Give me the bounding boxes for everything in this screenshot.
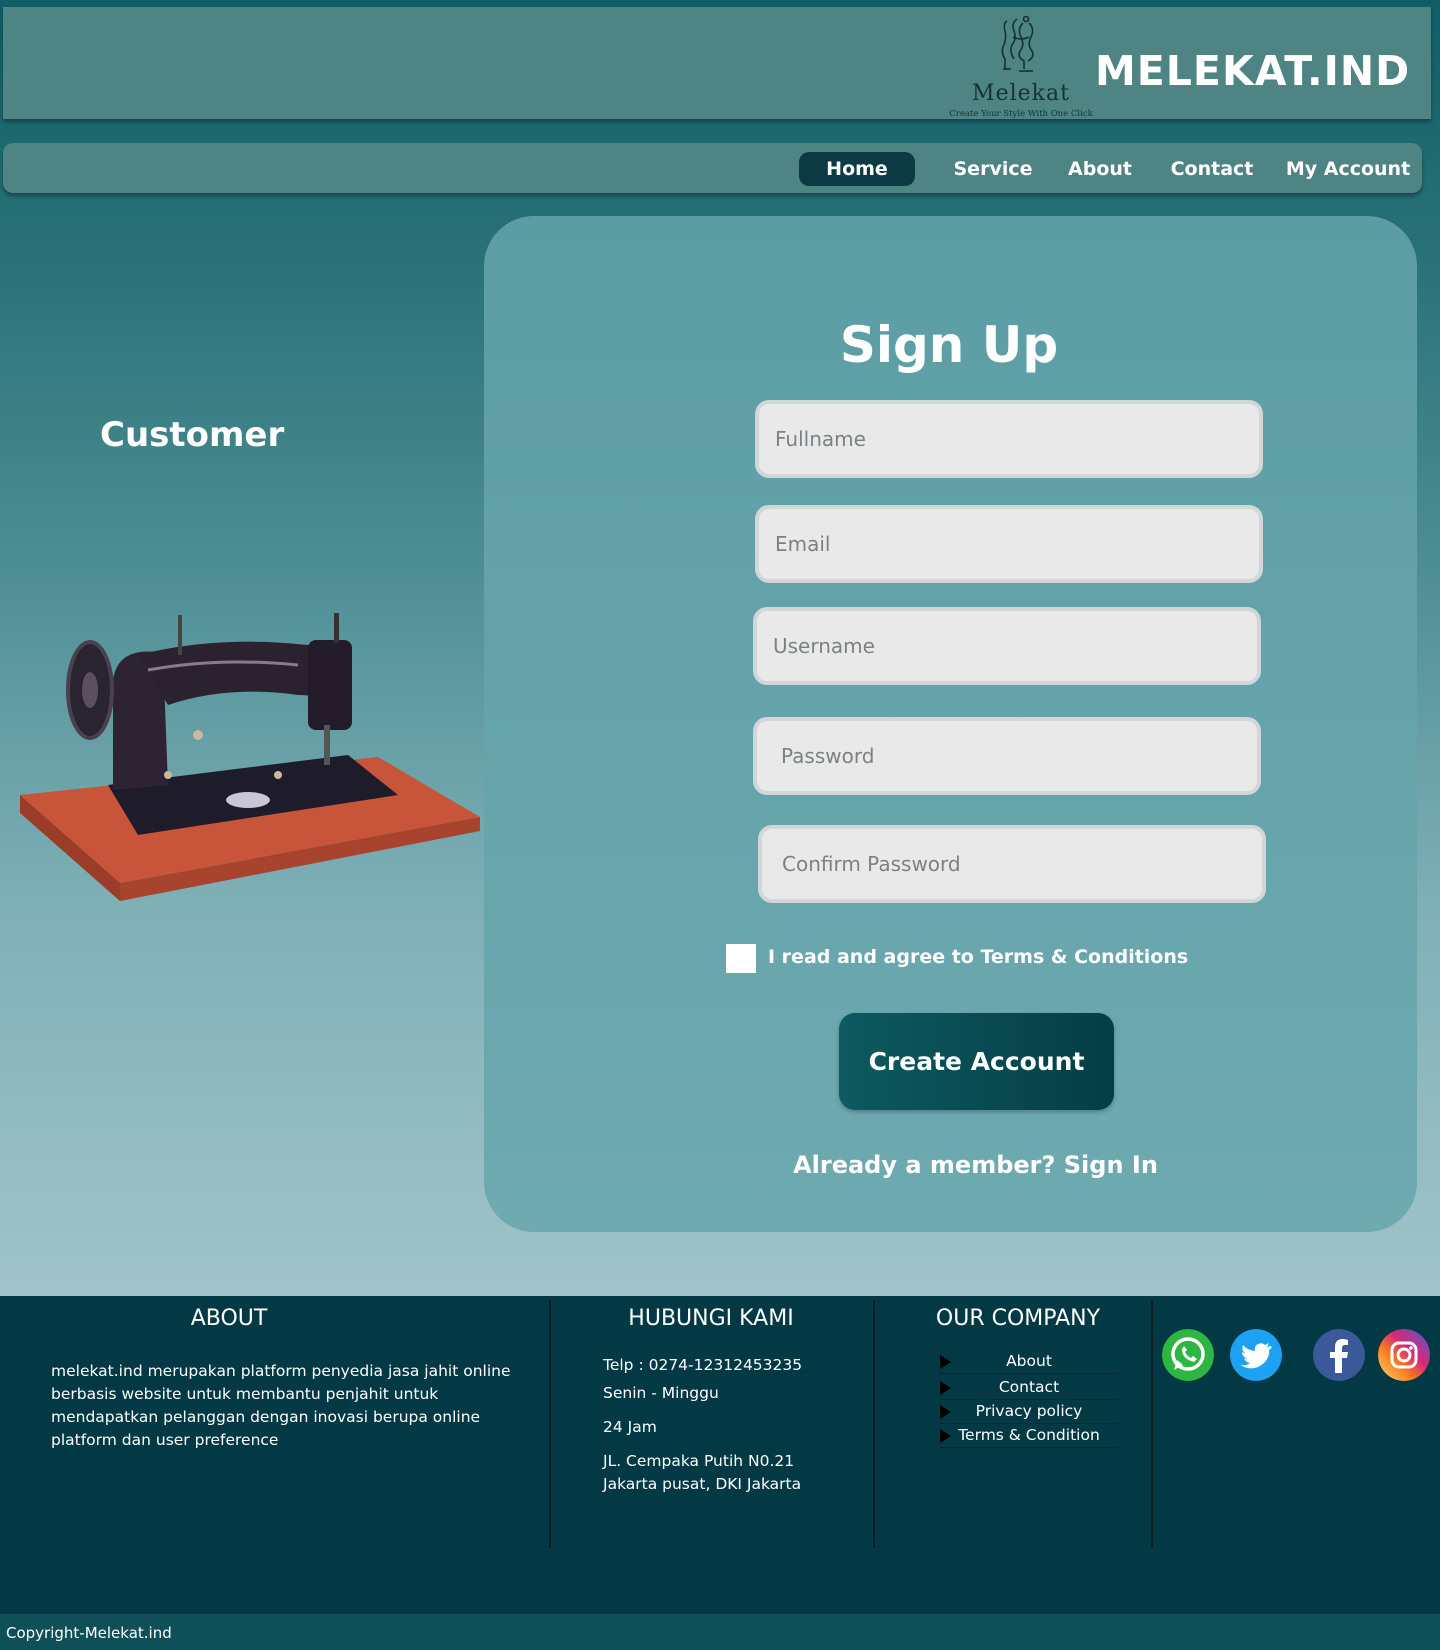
- fullname-field[interactable]: [755, 400, 1263, 478]
- company-link-label: Privacy policy: [975, 1402, 1083, 1420]
- copyright-bar: Copyright-Melekat.ind: [0, 1614, 1440, 1650]
- username-field[interactable]: [753, 607, 1261, 685]
- signup-card: Sign Up I read and agree to Terms & Cond…: [484, 216, 1417, 1232]
- footer-about: ABOUT melekat.ind merupakan platform pen…: [0, 1296, 550, 1548]
- company-link-label: Contact: [998, 1378, 1060, 1396]
- brand-logo[interactable]: Melekat Create Your Style With One Click: [941, 13, 1101, 123]
- company-link-about[interactable]: About: [940, 1350, 1118, 1374]
- whatsapp-icon[interactable]: [1162, 1329, 1214, 1381]
- company-link-label: About: [1006, 1352, 1052, 1370]
- footer: ABOUT melekat.ind merupakan platform pen…: [0, 1296, 1440, 1614]
- contact-address-line2: Jakarta pusat, DKI Jakarta: [603, 1475, 802, 1493]
- nav-home[interactable]: Home: [799, 152, 915, 186]
- main-nav: Home Service About Contact My Account: [3, 143, 1422, 193]
- sewing-machine-image: [20, 613, 480, 901]
- contact-hours: 24 Jam: [603, 1418, 657, 1436]
- brand-title: MELEKAT.IND: [1095, 47, 1411, 95]
- logo-tagline: Create Your Style With One Click: [949, 109, 1093, 119]
- arrow-right-icon: [940, 1381, 951, 1395]
- contact-days: Senin - Minggu: [603, 1384, 719, 1402]
- copyright-text: Copyright-Melekat.ind: [6, 1624, 172, 1642]
- contact-phone: Telp : 0274-12312453235: [603, 1356, 803, 1374]
- top-header: Melekat Create Your Style With One Click…: [3, 7, 1431, 119]
- dress-form-logo-icon: [1001, 15, 1034, 72]
- nav-contact[interactable]: Contact: [1159, 152, 1265, 186]
- nav-service[interactable]: Service: [945, 152, 1041, 186]
- arrow-right-icon: [940, 1355, 951, 1369]
- terms-checkbox[interactable]: [726, 944, 756, 973]
- email-field[interactable]: [755, 505, 1263, 583]
- company-link-privacy[interactable]: Privacy policy: [940, 1400, 1118, 1424]
- confirm-password-field[interactable]: [758, 825, 1266, 903]
- nav-about[interactable]: About: [1055, 152, 1145, 186]
- sign-in-link[interactable]: Already a member? Sign In: [484, 1151, 1440, 1179]
- footer-about-text: melekat.ind merupakan platform penyedia …: [51, 1362, 511, 1449]
- footer-contact-heading: HUBUNGI KAMI: [628, 1306, 794, 1331]
- instagram-icon[interactable]: [1378, 1329, 1430, 1381]
- company-link-label: Terms & Condition: [958, 1426, 1100, 1444]
- nav-my-account[interactable]: My Account: [1279, 152, 1417, 186]
- customer-title: Customer: [100, 415, 285, 455]
- create-account-button[interactable]: Create Account: [839, 1013, 1114, 1110]
- footer-divider: [1151, 1300, 1153, 1548]
- footer-about-heading: ABOUT: [190, 1306, 268, 1331]
- logo-name: Melekat: [972, 81, 1070, 106]
- footer-divider: [873, 1300, 875, 1548]
- signup-title: Sign Up: [839, 316, 1059, 374]
- footer-contact: HUBUNGI KAMI Telp : 0274-12312453235 Sen…: [551, 1296, 873, 1548]
- company-link-terms[interactable]: Terms & Condition: [940, 1424, 1118, 1448]
- arrow-right-icon: [940, 1405, 951, 1419]
- terms-label[interactable]: I read and agree to Terms & Conditions: [768, 946, 1188, 968]
- company-link-contact[interactable]: Contact: [940, 1376, 1118, 1400]
- password-field[interactable]: [753, 717, 1261, 795]
- arrow-right-icon: [940, 1429, 951, 1443]
- facebook-icon[interactable]: [1313, 1329, 1365, 1381]
- twitter-icon[interactable]: [1230, 1329, 1282, 1381]
- contact-address-line1: JL. Cempaka Putih N0.21: [603, 1452, 795, 1470]
- footer-company-heading: OUR COMPANY: [935, 1306, 1101, 1331]
